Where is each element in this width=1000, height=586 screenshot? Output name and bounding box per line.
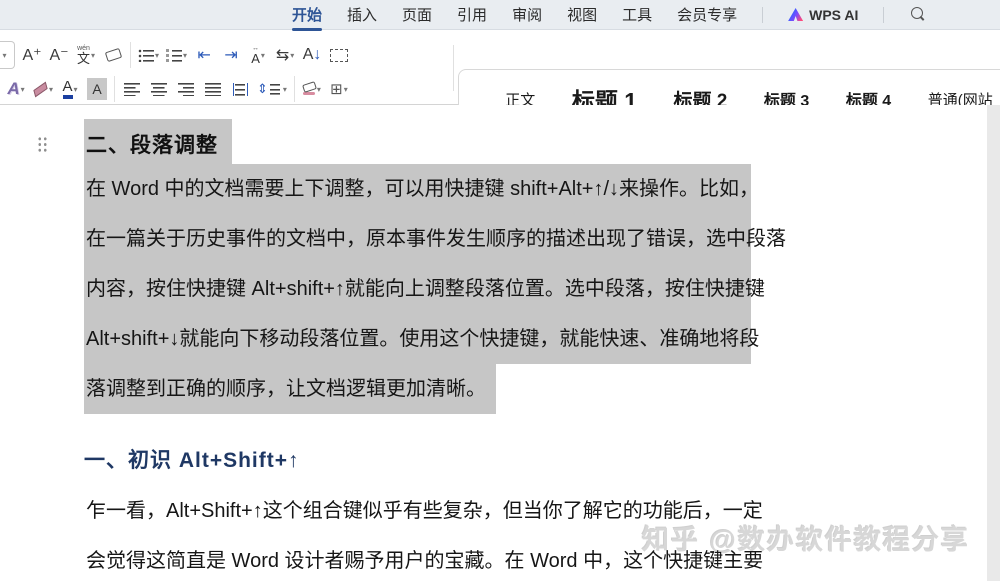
chevron-down-icon: ▾ (183, 51, 187, 60)
highlighter-button[interactable]: ▾ (33, 76, 53, 102)
sort-icon: A↓ (303, 46, 322, 64)
numbered-list-icon (166, 49, 182, 62)
justify-icon (205, 83, 221, 96)
justify-button[interactable] (203, 76, 223, 102)
increase-indent-button[interactable]: ⇥ (221, 42, 241, 68)
wps-ai-button[interactable]: WPS AI (788, 7, 858, 23)
chevron-down-icon: ▾ (155, 51, 159, 60)
paragraph-line: 落调整到正确的顺序，让文档逻辑更加清晰。 (84, 364, 496, 414)
line-spacing-button[interactable]: ⇕ ▾ (257, 76, 287, 102)
increase-font-size-button[interactable]: A⁺ (22, 42, 42, 68)
chevron-down-icon: ▾ (317, 85, 321, 94)
formatting-marks-icon (330, 49, 348, 62)
highlighter-icon (33, 81, 47, 97)
tab-insert[interactable]: 插入 (347, 4, 377, 25)
paragraph-drag-handle-icon[interactable] (37, 136, 48, 153)
line-spacing-icon: ⇕ (257, 81, 268, 97)
text-direction-button[interactable]: ⇆ ▾ (275, 42, 295, 68)
decrease-indent-button[interactable]: ⇤ (194, 42, 214, 68)
ribbon-row-1: ▾ A⁺ A⁻ wén文 ▾ ▾ ▾ ⇤ ⇥ ↔A ▾ (0, 39, 349, 71)
decrease-font-size-button[interactable]: A⁻ (49, 42, 69, 68)
align-right-button[interactable] (176, 76, 196, 102)
tabbar-divider (762, 7, 763, 23)
tab-home[interactable]: 开始 (292, 4, 322, 25)
align-left-button[interactable] (122, 76, 142, 102)
align-left-icon (124, 83, 140, 96)
tabbar-divider (883, 7, 884, 23)
align-center-button[interactable] (149, 76, 169, 102)
ribbon-toolbar: ▾ A⁺ A⁻ wén文 ▾ ▾ ▾ ⇤ ⇥ ↔A ▾ (0, 31, 1000, 105)
tab-reference[interactable]: 引用 (457, 4, 487, 25)
chevron-down-icon: ▾ (49, 85, 53, 94)
paragraph-line: 乍一看，Alt+Shift+↑这个组合键似乎有些复杂，但当你了解它的功能后，一定 (84, 486, 774, 536)
menu-tab-bar: 开始 插入 页面 引用 审阅 视图 工具 会员专享 WPS AI (0, 0, 1000, 30)
align-right-icon (178, 83, 194, 96)
search-button[interactable] (911, 6, 923, 24)
font-color-icon: A (63, 79, 73, 99)
tab-tools[interactable]: 工具 (622, 4, 652, 25)
document-canvas[interactable]: 二、段落调整 知乎 @数办软件教程分享 在 Word 中的文档需要上下调整，可以… (0, 105, 1000, 581)
tab-review[interactable]: 审阅 (512, 4, 542, 25)
chevron-down-icon: ▾ (344, 85, 348, 94)
numbered-list-button[interactable]: ▾ (166, 42, 187, 68)
paragraph-line: 在 Word 中的文档需要上下调整，可以用快捷键 shift+Alt+↑/↓来操… (84, 164, 751, 214)
wps-ai-label: WPS AI (809, 7, 858, 23)
text-effects-icon: A (7, 79, 19, 99)
toolbar-divider (453, 45, 454, 91)
swap-arrows-icon: ⇆ (276, 45, 289, 65)
chevron-down-icon: ▾ (290, 51, 294, 60)
distribute-button[interactable] (230, 76, 250, 102)
toolbar-divider (114, 76, 115, 102)
doc-heading-2[interactable]: 一、初识 Alt+Shift+↑ (84, 444, 300, 474)
tab-page[interactable]: 页面 (402, 4, 432, 25)
page-right-margin (987, 105, 1000, 581)
body-paragraph[interactable]: 乍一看，Alt+Shift+↑这个组合键似乎有些复杂，但当你了解它的功能后，一定… (84, 486, 774, 586)
paragraph-line: 会觉得这简直是 Word 设计者赐予用户的宝藏。在 Word 中，这个快捷键主要 (84, 536, 774, 586)
chevron-down-icon: ▾ (21, 85, 25, 94)
wps-ai-logo-icon (788, 8, 803, 21)
selected-paragraph[interactable]: 在 Word 中的文档需要上下调整，可以用快捷键 shift+Alt+↑/↓来操… (84, 164, 751, 414)
pinyin-guide-button[interactable]: wén文 ▾ (76, 42, 96, 68)
character-scale-icon: ↔A (251, 45, 260, 65)
paragraph-line: 在一篇关于历史事件的文档中，原本事件发生顺序的描述出现了错误，选中段落 (84, 214, 751, 264)
font-color-button[interactable]: A ▾ (60, 76, 80, 102)
paragraph-line: 内容，按住快捷键 Alt+shift+↑就能向上调整段落位置。选中段落，按住快捷… (84, 264, 751, 314)
selected-heading-text: 二、段落调整 (84, 119, 232, 169)
bullet-list-icon (138, 49, 154, 62)
text-effects-button[interactable]: A ▾ (6, 76, 26, 102)
chevron-down-icon: ▾ (261, 51, 265, 60)
eraser-icon (104, 48, 121, 62)
tab-view[interactable]: 视图 (567, 4, 597, 25)
doc-heading-1[interactable]: 二、段落调整 (84, 119, 232, 169)
chevron-down-icon: ▾ (91, 51, 95, 60)
character-shading-button[interactable]: A (87, 76, 107, 102)
search-icon (911, 7, 923, 19)
chevron-down-icon: ▾ (283, 85, 287, 94)
shading-button[interactable]: ▾ (302, 76, 322, 102)
tab-member[interactable]: 会员专享 (677, 4, 737, 25)
align-center-icon (151, 83, 167, 96)
sort-button[interactable]: A↓ (302, 42, 322, 68)
borders-icon: ⊞ (330, 80, 343, 98)
ribbon-row-2: A ▾ ▾ A ▾ A ⇕ ▾ ▾ ⊞ ▾ (0, 73, 349, 105)
font-size-combo[interactable]: ▾ (0, 41, 15, 69)
show-marks-button[interactable] (329, 42, 349, 68)
character-shading-icon: A (87, 78, 106, 100)
paragraph-line: Alt+shift+↓就能向下移动段落位置。使用这个快捷键，就能快速、准确地将段 (84, 314, 751, 364)
clear-format-button[interactable] (103, 42, 123, 68)
toolbar-divider (130, 42, 131, 68)
toolbar-divider (294, 76, 295, 102)
borders-button[interactable]: ⊞ ▾ (329, 76, 349, 102)
character-scale-button[interactable]: ↔A ▾ (248, 42, 268, 68)
bullet-list-button[interactable]: ▾ (138, 42, 159, 68)
distribute-icon (233, 83, 248, 96)
chevron-down-icon: ▾ (2, 51, 6, 60)
chevron-down-icon: ▾ (74, 85, 78, 94)
line-spacing-bars-icon (270, 83, 280, 95)
pinyin-guide-icon: wén文 (77, 45, 90, 65)
shading-icon (303, 83, 316, 95)
